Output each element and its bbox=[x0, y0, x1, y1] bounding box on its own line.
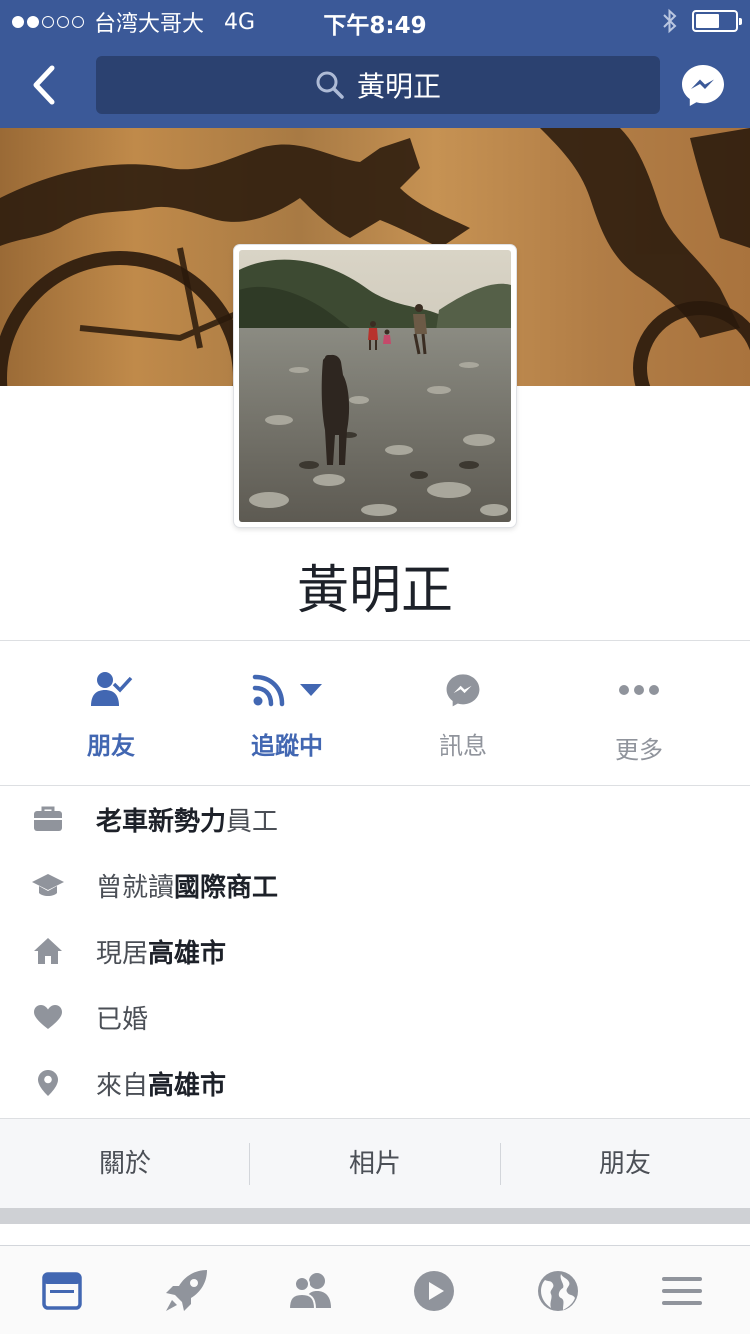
info-item-text: 已婚 bbox=[96, 1004, 149, 1035]
more-button[interactable]: 更多 bbox=[551, 642, 727, 784]
profile-picture[interactable] bbox=[234, 245, 516, 527]
friends-button[interactable]: 朋友 bbox=[23, 642, 199, 784]
following-button-label: 追蹤中 bbox=[251, 732, 323, 760]
bottom-tab-friends[interactable] bbox=[283, 1264, 337, 1318]
following-button[interactable]: 追蹤中 bbox=[199, 642, 375, 784]
bottom-tab-bar bbox=[0, 1245, 750, 1334]
briefcase-icon bbox=[34, 806, 62, 831]
friends-button-label: 朋友 bbox=[87, 732, 135, 760]
top-bar: 台湾大哥大 4G 下午8:49 黃明正 bbox=[0, 0, 750, 128]
search-query: 黃明正 bbox=[356, 70, 441, 103]
bottom-tab-news-feed[interactable] bbox=[35, 1264, 89, 1318]
tab-photos[interactable]: 相片 bbox=[250, 1119, 500, 1209]
friends-icon bbox=[287, 1273, 331, 1310]
message-button[interactable]: 訊息 bbox=[375, 642, 551, 784]
info-item-text: 曾就讀國際商工 bbox=[96, 872, 279, 903]
globe-icon bbox=[538, 1271, 578, 1311]
tab-friends[interactable]: 朋友 bbox=[500, 1119, 750, 1209]
graduation-cap-icon bbox=[32, 874, 64, 896]
news-feed-icon bbox=[42, 1272, 82, 1310]
search-icon bbox=[316, 71, 344, 99]
chevron-down-icon bbox=[300, 684, 322, 696]
info-item-education[interactable]: 曾就讀國際商工 bbox=[0, 852, 750, 918]
info-item-text: 來自高雄市 bbox=[96, 1070, 227, 1101]
bluetooth-icon bbox=[663, 8, 677, 34]
video-play-icon bbox=[414, 1271, 454, 1311]
rocket-icon bbox=[166, 1270, 207, 1311]
info-item-hometown[interactable]: 來自高雄市 bbox=[0, 1050, 750, 1116]
messenger-icon[interactable] bbox=[680, 62, 726, 108]
bottom-tab-menu[interactable] bbox=[655, 1264, 709, 1318]
messenger-icon bbox=[446, 674, 480, 707]
info-item-text: 現居高雄市 bbox=[96, 938, 227, 969]
bottom-tab-rocket[interactable] bbox=[159, 1264, 213, 1318]
info-item-current-city[interactable]: 現居高雄市 bbox=[0, 918, 750, 984]
menu-icon bbox=[662, 1277, 702, 1305]
status-right bbox=[662, 8, 742, 34]
profile-tabs: 關於 相片 朋友 bbox=[0, 1118, 750, 1208]
message-button-label: 訊息 bbox=[439, 732, 487, 760]
divider bbox=[0, 640, 750, 641]
profile-name: 黃明正 bbox=[296, 561, 453, 621]
info-item-relationship[interactable]: 已婚 bbox=[0, 984, 750, 1050]
search-bar[interactable]: 黃明正 bbox=[96, 56, 660, 114]
bottom-tab-notifications[interactable] bbox=[531, 1264, 585, 1318]
more-dots-icon bbox=[619, 685, 659, 695]
profile-page: 台湾大哥大 4G 下午8:49 黃明正 黃明正 朋友 追蹤中 訊息 更多 老車新… bbox=[0, 0, 750, 1334]
profile-photo-riverbed-dog-image bbox=[239, 250, 511, 522]
section-separator bbox=[0, 1208, 750, 1224]
friend-check-icon bbox=[91, 672, 133, 706]
location-pin-icon bbox=[38, 1070, 58, 1096]
bottom-tab-video[interactable] bbox=[407, 1264, 461, 1318]
back-button[interactable] bbox=[22, 58, 68, 112]
battery-icon bbox=[692, 10, 742, 32]
rss-follow-icon bbox=[252, 674, 285, 707]
status-time: 下午8:49 bbox=[323, 13, 427, 39]
tab-about[interactable]: 關於 bbox=[0, 1119, 250, 1209]
home-icon bbox=[34, 938, 62, 964]
info-item-work[interactable]: 老車新勢力員工 bbox=[0, 786, 750, 852]
heart-icon bbox=[34, 1005, 62, 1029]
status-bar: 台湾大哥大 4G 下午8:49 bbox=[0, 0, 750, 40]
profile-actions: 朋友 追蹤中 訊息 更多 bbox=[0, 642, 750, 784]
info-item-text: 老車新勢力員工 bbox=[96, 806, 279, 837]
more-button-label: 更多 bbox=[615, 736, 663, 764]
